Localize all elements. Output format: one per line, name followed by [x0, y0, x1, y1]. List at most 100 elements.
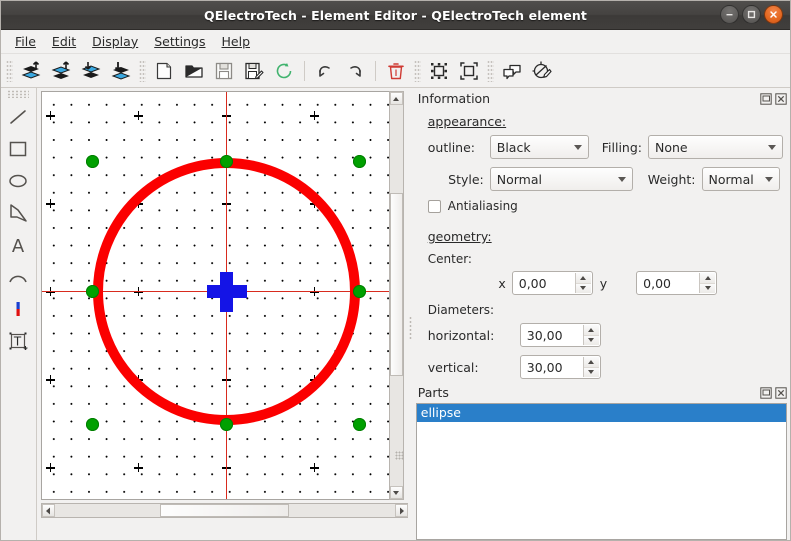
stepper-down-button[interactable] [583, 367, 599, 377]
select-all-icon [431, 62, 447, 79]
minimize-button[interactable] [720, 5, 739, 24]
vertical-diameter-spinbox[interactable]: 30,00 [519, 355, 601, 379]
tool-ellipse[interactable] [3, 165, 33, 197]
resize-handle[interactable] [219, 418, 233, 431]
scroll-up-button[interactable] [389, 92, 403, 105]
toolbar-grip-3[interactable] [414, 59, 421, 82]
undo-arrow-icon [319, 65, 330, 77]
weight-combo[interactable]: Normal [701, 167, 780, 191]
stepper-up-button[interactable] [583, 325, 599, 336]
scroll-down-button[interactable] [389, 486, 403, 499]
undo-button[interactable] [310, 57, 340, 85]
menu-display[interactable]: Display [84, 32, 146, 52]
delete-button[interactable] [381, 57, 411, 85]
toolbar-grip-2[interactable] [139, 59, 146, 82]
chevron-down-icon [768, 145, 776, 150]
filling-combo[interactable]: None [648, 135, 783, 159]
vertical-scroll-thumb[interactable] [389, 192, 403, 376]
horizontal-scroll-thumb[interactable] [160, 504, 290, 517]
resize-handle[interactable] [352, 285, 366, 298]
tool-polygon[interactable] [3, 197, 33, 229]
parts-float-button[interactable] [759, 386, 772, 399]
close-button[interactable] [764, 5, 783, 24]
chevron-down-icon [393, 490, 400, 495]
tool-line[interactable] [3, 101, 33, 133]
resize-handle[interactable] [219, 155, 233, 168]
tool-dynamic-text[interactable]: T [3, 325, 33, 357]
toolbar-grip-1[interactable] [6, 59, 13, 82]
parts-list[interactable]: ellipse [415, 403, 787, 540]
style-combo[interactable]: Normal [489, 167, 633, 191]
line-tool-icon [10, 110, 27, 124]
maximize-button[interactable] [742, 5, 761, 24]
windows-button[interactable] [497, 57, 527, 85]
tool-terminal[interactable] [3, 293, 33, 325]
outline-combo[interactable]: Black [489, 135, 589, 159]
deselect-all-button[interactable] [454, 57, 484, 85]
center-x-stepper[interactable] [574, 273, 591, 293]
center-x-spinbox[interactable]: 0,00 [511, 271, 593, 295]
raise-button[interactable] [16, 57, 46, 85]
new-button[interactable] [149, 57, 179, 85]
stepper-up-button[interactable] [700, 273, 716, 284]
horizontal-diameter-row: horizontal: 30,00 [420, 323, 783, 347]
redo-button[interactable] [340, 57, 370, 85]
center-y-stepper[interactable] [699, 273, 716, 293]
open-button[interactable] [179, 57, 209, 85]
antialiasing-checkbox[interactable] [427, 199, 441, 213]
tool-text[interactable]: A [3, 229, 33, 261]
menu-settings[interactable]: Settings [146, 32, 213, 52]
svg-text:T: T [13, 335, 22, 349]
lower-button[interactable] [76, 57, 106, 85]
send-to-back-button[interactable] [106, 57, 136, 85]
parts-close-button[interactable] [774, 386, 787, 399]
stepper-down-button[interactable] [583, 335, 599, 345]
scroll-right-button[interactable] [394, 504, 408, 517]
chevron-right-icon [399, 507, 404, 514]
edit-element-button[interactable] [527, 57, 557, 85]
save-button[interactable] [209, 57, 239, 85]
vertical-scroll-track[interactable] [389, 105, 403, 486]
horizontal-diameter-stepper[interactable] [582, 325, 599, 345]
resize-handle[interactable] [85, 155, 99, 168]
horizontal-scroll-track[interactable] [54, 504, 395, 517]
toolbar-grip-4[interactable] [487, 59, 494, 82]
save-as-button[interactable] [239, 57, 269, 85]
element-canvas[interactable] [40, 91, 393, 500]
reload-button[interactable] [269, 57, 299, 85]
menu-file[interactable]: File [7, 32, 44, 52]
close-icon [770, 11, 777, 18]
tool-palette-grip[interactable] [7, 90, 30, 98]
resize-handle[interactable] [352, 155, 366, 168]
bring-to-front-button[interactable] [46, 57, 76, 85]
information-float-button[interactable] [759, 92, 772, 105]
horizontal-diameter-spinbox[interactable]: 30,00 [519, 323, 601, 347]
y-label: y [599, 275, 608, 291]
canvas-horizontal-scrollbar[interactable] [40, 503, 409, 518]
lower-one-level-icon [81, 61, 101, 78]
list-item[interactable]: ellipse [416, 404, 786, 422]
canvas-vertical-scrollbar[interactable] [388, 91, 404, 500]
float-icon [759, 386, 772, 399]
resize-handle[interactable] [85, 418, 99, 431]
tool-arc[interactable] [3, 261, 33, 293]
menu-help[interactable]: Help [214, 32, 259, 52]
vertical-diameter-stepper[interactable] [582, 357, 599, 377]
scroll-left-button[interactable] [41, 504, 55, 517]
stepper-down-button[interactable] [575, 283, 591, 293]
stepper-down-button[interactable] [700, 283, 716, 293]
close-icon [774, 92, 787, 105]
stepper-up-button[interactable] [575, 273, 591, 284]
new-document-icon [156, 62, 172, 79]
menu-edit[interactable]: Edit [44, 32, 84, 52]
stepper-up-button[interactable] [583, 357, 599, 368]
select-all-button[interactable] [424, 57, 454, 85]
chevron-up-icon [393, 96, 400, 101]
raise-one-level-icon [21, 60, 41, 79]
information-close-button[interactable] [774, 92, 787, 105]
resize-handle[interactable] [352, 418, 366, 431]
chevron-up-icon [704, 275, 711, 280]
resize-handle[interactable] [85, 285, 99, 298]
center-y-spinbox[interactable]: 0,00 [636, 271, 718, 295]
tool-rectangle[interactable] [3, 133, 33, 165]
